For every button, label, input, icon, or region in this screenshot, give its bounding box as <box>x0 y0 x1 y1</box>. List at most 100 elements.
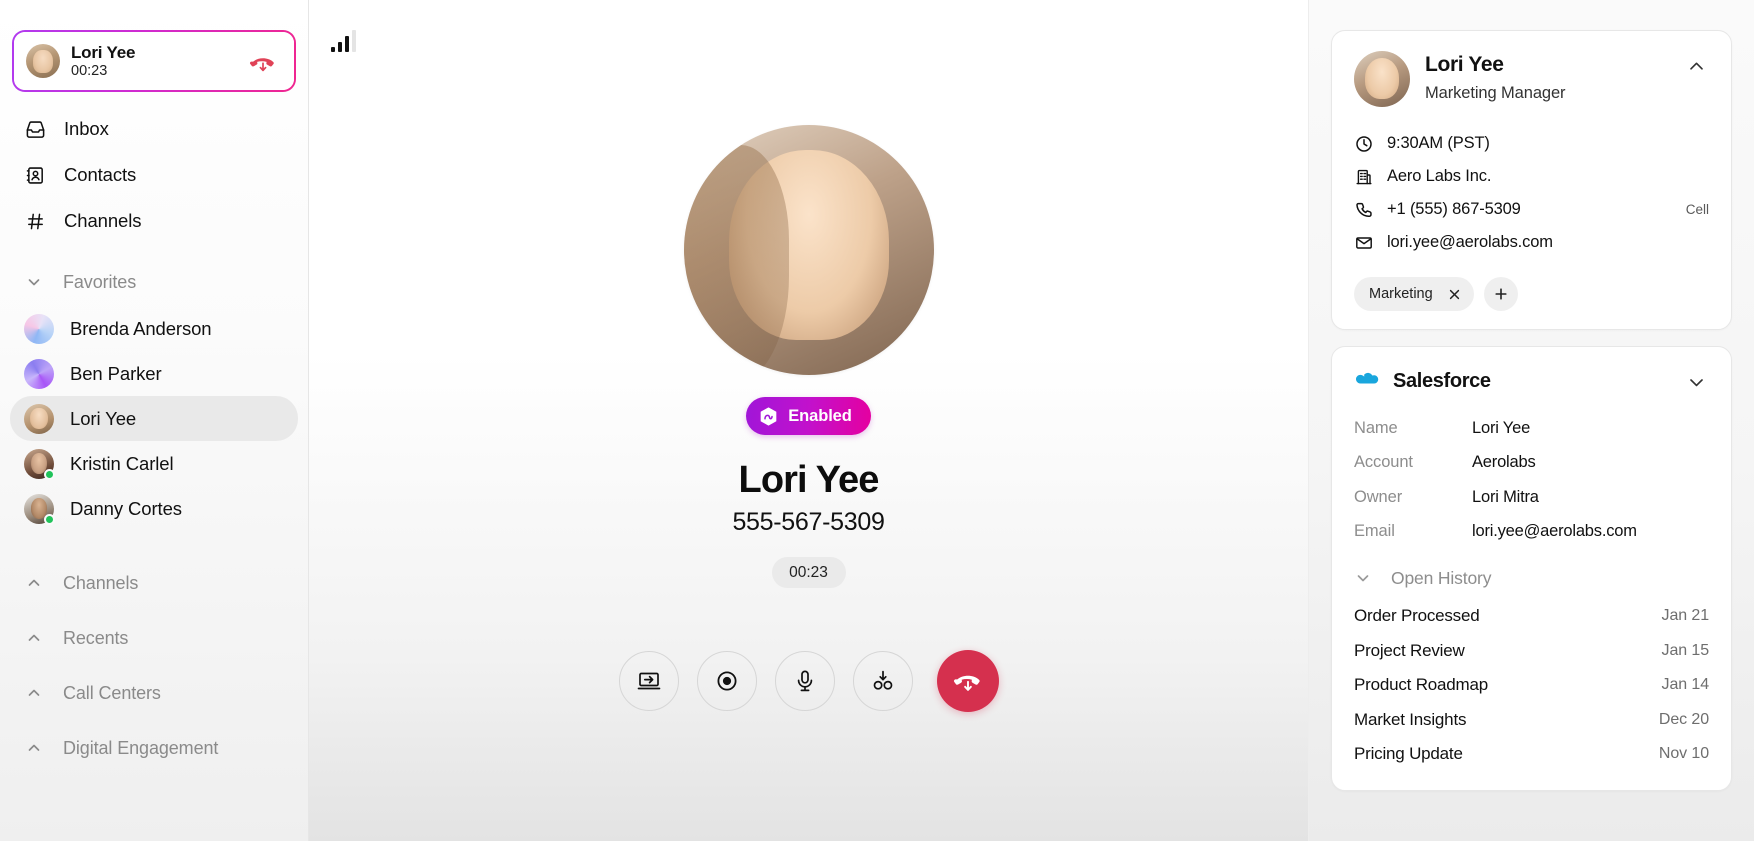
section-channels-header[interactable]: Channels <box>0 559 308 607</box>
hash-icon <box>24 210 46 232</box>
list-item-label: Lori Yee <box>70 407 137 429</box>
softphone-app: Lori Yee 00:23 Inbox Contacts Channels F… <box>0 0 1754 841</box>
sidebar-item-channels[interactable]: Channels <box>0 198 308 244</box>
record-call-button[interactable] <box>696 651 757 711</box>
field-key: Email <box>1354 522 1395 541</box>
record-icon <box>714 668 740 694</box>
avatar <box>24 403 54 434</box>
list-item[interactable]: Pricing Update Nov 10 <box>1354 737 1709 772</box>
detail-value: Aero Labs Inc. <box>1387 167 1492 185</box>
chevron-down-icon <box>24 272 44 292</box>
salesforce-header[interactable]: Salesforce <box>1354 367 1709 395</box>
chevron-down-icon <box>1687 373 1706 392</box>
list-item-label: Ben Parker <box>70 362 162 384</box>
online-status-dot <box>44 468 55 480</box>
list-item[interactable]: Brenda Anderson <box>10 306 298 351</box>
active-call-card[interactable]: Lori Yee 00:23 <box>12 30 296 92</box>
history-item-date: Jan 15 <box>1661 641 1710 659</box>
tag-marketing[interactable]: Marketing <box>1354 277 1474 311</box>
detail-row-phone[interactable]: +1 (555) 867-5309 Cell <box>1354 193 1709 226</box>
list-item[interactable]: Ben Parker <box>10 351 298 396</box>
open-history-header[interactable]: Open History <box>1354 557 1709 599</box>
section-digital-engagement-header[interactable]: Digital Engagement <box>0 724 308 772</box>
salesforce-cloud-icon <box>1354 371 1380 391</box>
history-item-name: Order Processed <box>1354 606 1480 626</box>
sidebar-item-contacts[interactable]: Contacts <box>0 152 308 198</box>
sidebar-item-label: Contacts <box>64 164 137 185</box>
transfer-call-button[interactable] <box>618 651 679 711</box>
contact-role: Marketing Manager <box>1425 84 1566 102</box>
add-tag-button[interactable] <box>1483 277 1518 311</box>
favorites-list: Brenda Anderson Ben Parker Lori Yee Kris… <box>0 306 308 531</box>
chevron-up-icon <box>24 738 44 758</box>
call-contact-name: Lori Yee <box>738 459 880 501</box>
list-item-selected[interactable]: Lori Yee <box>10 396 298 441</box>
detail-value: +1 (555) 867-5309 <box>1387 200 1521 218</box>
section-call-centers-header[interactable]: Call Centers <box>0 669 308 717</box>
list-item[interactable]: Product Roadmap Jan 14 <box>1354 668 1709 703</box>
list-item-label: Kristin Carlel <box>70 452 174 474</box>
history-item-date: Jan 14 <box>1661 676 1710 694</box>
clock-icon <box>1354 134 1373 153</box>
field-value: Aerolabs <box>1472 453 1536 472</box>
field-value: lori.yee@aerolabs.com <box>1472 522 1637 541</box>
open-history-title: Open History <box>1391 567 1492 588</box>
section-title: Digital Engagement <box>63 737 219 758</box>
salesforce-field-row: Account Aerolabs <box>1354 446 1709 481</box>
list-item[interactable]: Market Insights Dec 20 <box>1354 703 1709 738</box>
sidebar-item-inbox[interactable]: Inbox <box>0 106 308 152</box>
history-item-name: Pricing Update <box>1354 744 1463 764</box>
tag-label: Marketing <box>1369 286 1433 302</box>
history-item-date: Jan 21 <box>1661 607 1710 625</box>
salesforce-fields: Name Lori Yee Account Aerolabs Owner Lor… <box>1354 411 1709 549</box>
contact-name: Lori Yee <box>1425 53 1504 76</box>
call-duration-pill: 00:23 <box>771 557 846 588</box>
detail-row-email[interactable]: lori.yee@aerolabs.com <box>1354 226 1709 259</box>
section-title: Favorites <box>63 271 137 292</box>
list-item[interactable]: Danny Cortes <box>10 486 298 531</box>
mute-button[interactable] <box>774 651 835 711</box>
salesforce-field-row: Name Lori Yee <box>1354 411 1709 446</box>
ai-enabled-badge[interactable]: Enabled <box>746 397 871 435</box>
salesforce-field-row: Email lori.yee@aerolabs.com <box>1354 515 1709 550</box>
field-key: Owner <box>1354 487 1403 506</box>
primary-nav: Inbox Contacts Channels <box>0 106 308 244</box>
history-item-name: Product Roadmap <box>1354 675 1489 695</box>
contacts-icon <box>24 164 46 186</box>
salesforce-collapse-button[interactable] <box>1683 369 1709 395</box>
list-item[interactable]: Kristin Carlel <box>10 441 298 486</box>
section-recents-header[interactable]: Recents <box>0 614 308 662</box>
contact-card-collapse-button[interactable] <box>1683 53 1709 79</box>
merge-call-button[interactable] <box>852 651 913 711</box>
active-call-timer: 00:23 <box>71 63 108 80</box>
chevron-up-icon <box>24 628 44 648</box>
mail-icon <box>1354 233 1373 252</box>
section-title: Call Centers <box>63 682 161 703</box>
section-title: Channels <box>63 572 139 593</box>
salesforce-title: Salesforce <box>1393 369 1491 392</box>
field-value: Lori Yee <box>1472 418 1531 437</box>
section-favorites-header[interactable]: Favorites <box>0 258 308 306</box>
section-title: Recents <box>63 627 129 648</box>
detail-value: 9:30AM (PST) <box>1387 134 1490 152</box>
close-icon[interactable] <box>1447 286 1463 302</box>
end-call-button[interactable] <box>936 650 999 712</box>
ai-hex-icon <box>758 406 779 427</box>
list-item[interactable]: Order Processed Jan 21 <box>1354 599 1709 634</box>
hangup-icon[interactable] <box>246 47 280 75</box>
avatar <box>24 358 54 389</box>
chevron-down-icon <box>1354 569 1372 587</box>
field-key: Account <box>1354 453 1413 472</box>
chevron-up-icon <box>24 573 44 593</box>
avatar <box>1354 51 1410 107</box>
sidebar-item-label: Inbox <box>64 118 109 139</box>
microphone-icon <box>792 668 818 694</box>
list-item[interactable]: Project Review Jan 15 <box>1354 634 1709 669</box>
history-item-name: Market Insights <box>1354 709 1467 729</box>
detail-value: lori.yee@aerolabs.com <box>1387 233 1553 251</box>
call-avatar-large <box>683 125 934 375</box>
ai-badge-label: Enabled <box>788 406 852 425</box>
online-status-dot <box>44 513 55 525</box>
sidebar: Lori Yee 00:23 Inbox Contacts Channels F… <box>0 0 309 841</box>
avatar <box>24 493 55 525</box>
